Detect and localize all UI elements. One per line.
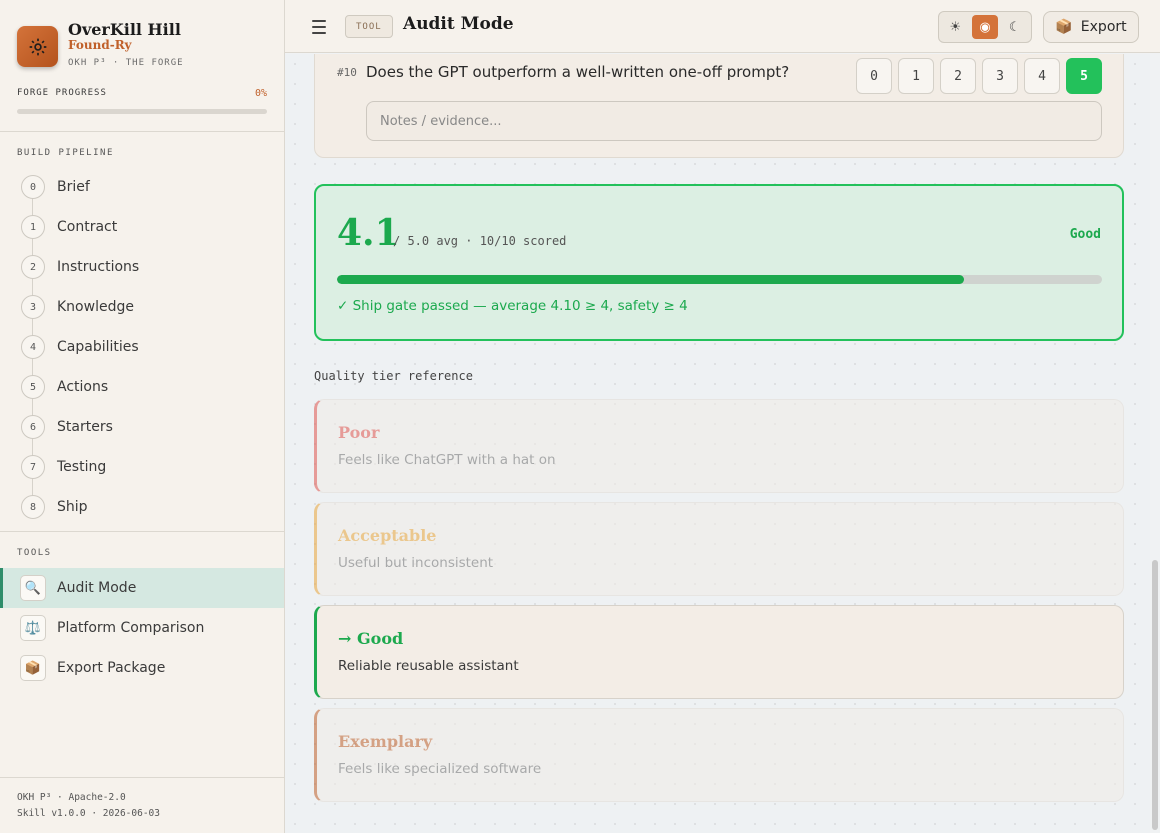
sidebar-footer: OKH P³ · Apache-2.0 Skill v1.0.0 · 2026-…: [17, 790, 160, 822]
score-meta: / 5.0 avg · 10/10 scored: [393, 234, 567, 248]
hamburger-menu-icon[interactable]: [312, 17, 326, 37]
tool-item-audit-mode[interactable]: 🔍 Audit Mode: [0, 568, 284, 608]
step-number-badge: 3: [21, 295, 45, 319]
divider: [0, 131, 284, 132]
pipeline-heading: BUILD PIPELINE: [17, 148, 114, 158]
tier-description: Useful but inconsistent: [338, 555, 494, 571]
step-number-badge: 8: [21, 495, 45, 519]
question-text: Does the GPT outperform a well-written o…: [366, 63, 790, 81]
package-icon: 📦: [20, 655, 46, 681]
score-selector: 012345: [856, 58, 1102, 94]
scrollbar-thumb[interactable]: [1152, 560, 1158, 830]
tool-badge: TOOL: [345, 15, 393, 38]
tier-name: Exemplary: [338, 732, 433, 751]
light-theme-sun-icon[interactable]: ☀: [942, 15, 969, 39]
pipeline-item-actions[interactable]: 5 Actions: [0, 367, 284, 407]
average-score: 4.1: [337, 212, 400, 254]
step-number-badge: 1: [21, 215, 45, 239]
pipeline-item-starters[interactable]: 6 Starters: [0, 407, 284, 447]
tier-card-acceptable: Acceptable Useful but inconsistent: [314, 502, 1124, 596]
tier-description: Reliable reusable assistant: [338, 658, 519, 674]
step-number-badge: 5: [21, 375, 45, 399]
main-content: #10 Does the GPT outperform a well-writt…: [285, 54, 1150, 833]
pipeline-item-knowledge[interactable]: 3 Knowledge: [0, 287, 284, 327]
step-number-badge: 6: [21, 415, 45, 439]
tier-card-exemplary: Exemplary Feels like specialized software: [314, 708, 1124, 802]
step-number-badge: 0: [21, 175, 45, 199]
pipeline-item-brief[interactable]: 0 Brief: [0, 167, 284, 207]
tier-reference-heading: Quality tier reference: [314, 369, 473, 383]
progress-bar: [17, 109, 267, 114]
pipeline-item-label: Brief: [57, 179, 90, 195]
step-number-badge: 2: [21, 255, 45, 279]
pipeline-item-ship[interactable]: 8 Ship: [0, 487, 284, 527]
score-summary-card: 4.1 / 5.0 avg · 10/10 scored Good ✓ Ship…: [314, 184, 1124, 341]
pipeline-item-label: Contract: [57, 219, 118, 235]
divider: [0, 777, 284, 778]
brand[interactable]: OverKill Hill Found-Ry OKH P³ · THE FORG…: [17, 20, 277, 76]
tool-item-label: Export Package: [57, 660, 166, 676]
page-title: Audit Mode: [403, 14, 514, 34]
question-card: #10 Does the GPT outperform a well-writt…: [314, 54, 1124, 158]
score-bar: [337, 275, 1102, 284]
pipeline-item-contract[interactable]: 1 Contract: [0, 207, 284, 247]
brand-tagline: OKH P³ · THE FORGE: [68, 58, 184, 68]
score-button-5[interactable]: 5: [1066, 58, 1102, 94]
pipeline-item-label: Knowledge: [57, 299, 134, 315]
tier-card-poor: Poor Feels like ChatGPT with a hat on: [314, 399, 1124, 493]
divider: [0, 531, 284, 532]
pipeline-item-instructions[interactable]: 2 Instructions: [0, 247, 284, 287]
tool-item-label: Platform Comparison: [57, 620, 205, 636]
tier-card-good: → Good Reliable reusable assistant: [314, 605, 1124, 699]
progress-percent: 0%: [254, 88, 267, 99]
tool-item-export-package[interactable]: 📦 Export Package: [0, 648, 284, 688]
pipeline-item-label: Starters: [57, 419, 113, 435]
pipeline-item-label: Actions: [57, 379, 109, 395]
pipeline-item-label: Ship: [57, 499, 88, 515]
theme-toggle: ☀ ◉ ☾: [938, 11, 1032, 43]
sidebar: OverKill Hill Found-Ry OKH P³ · THE FORG…: [0, 0, 285, 833]
tier-name: → Good: [338, 629, 404, 648]
score-bar-fill: [337, 275, 965, 284]
tier-description: Feels like specialized software: [338, 761, 542, 777]
pipeline-item-capabilities[interactable]: 4 Capabilities: [0, 327, 284, 367]
footer-version: Skill v1.0.0 · 2026-06-03: [17, 808, 160, 819]
tier-description: Feels like ChatGPT with a hat on: [338, 452, 556, 468]
ship-gate-message: ✓ Ship gate passed — average 4.10 ≥ 4, s…: [337, 298, 688, 314]
tool-item-platform-comparison[interactable]: ⚖️ Platform Comparison: [0, 608, 284, 648]
tier-name: Acceptable: [338, 526, 437, 545]
tools-heading: TOOLS: [17, 548, 52, 558]
score-button-3[interactable]: 3: [982, 58, 1018, 94]
tools-list: 🔍 Audit Mode ⚖️ Platform Comparison 📦 Export …: [0, 568, 284, 688]
score-button-4[interactable]: 4: [1024, 58, 1060, 94]
dark-theme-moon-icon[interactable]: ☾: [1001, 15, 1028, 39]
gear-icon: [17, 26, 58, 67]
brand-title: OverKill Hill: [68, 20, 181, 39]
score-button-1[interactable]: 1: [898, 58, 934, 94]
footer-license: OKH P³ · Apache-2.0: [17, 792, 126, 803]
tier-badge: Good: [1069, 227, 1101, 242]
question-number: #10: [337, 66, 357, 79]
auto-theme-icon[interactable]: ◉: [971, 15, 999, 39]
pipeline-item-label: Instructions: [57, 259, 140, 275]
tool-item-label: Audit Mode: [57, 580, 137, 596]
build-pipeline: 0 Brief 1 Contract 2 Instructions 3 Knowledge 4 C…: [0, 167, 284, 527]
top-bar: TOOL Audit Mode ☀ ◉ ☾ 📦 Export: [285, 0, 1160, 53]
scales-icon: ⚖️: [20, 615, 46, 641]
export-button[interactable]: 📦 Export: [1043, 11, 1139, 43]
pipeline-item-label: Testing: [57, 459, 107, 475]
export-label: Export: [1080, 19, 1127, 35]
score-button-2[interactable]: 2: [940, 58, 976, 94]
step-number-badge: 7: [21, 455, 45, 479]
magnifier-icon: 🔍: [20, 575, 46, 601]
brand-subtitle: Found-Ry: [68, 38, 132, 52]
package-icon: 📦: [1055, 19, 1073, 35]
step-number-badge: 4: [21, 335, 45, 359]
notes-input[interactable]: [366, 101, 1102, 141]
progress-label: FORGE PROGRESS: [17, 88, 107, 98]
pipeline-item-testing[interactable]: 7 Testing: [0, 447, 284, 487]
score-button-0[interactable]: 0: [856, 58, 892, 94]
pipeline-item-label: Capabilities: [57, 339, 139, 355]
tier-name: Poor: [338, 423, 380, 442]
